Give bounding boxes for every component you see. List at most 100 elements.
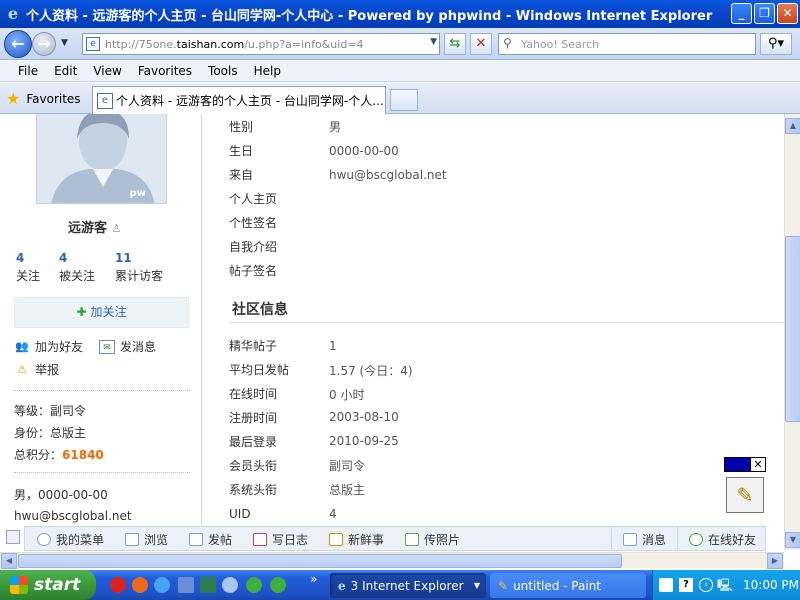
menu-help[interactable]: Help <box>254 64 281 78</box>
search-button[interactable]: ⚲▾ <box>760 33 792 55</box>
quicklaunch-app-icon[interactable] <box>200 577 216 593</box>
chevron-left-icon[interactable]: ‹ <box>699 578 713 592</box>
search-box[interactable]: ⚲ Yahoo! Search <box>498 33 756 55</box>
page-toolbar: 我的菜单 浏览 发帖 写日志 新鲜事 传照片 消息 在线好友 <box>0 526 784 552</box>
ie-icon[interactable] <box>154 577 170 593</box>
photos-button[interactable]: 传照片 <box>405 531 460 548</box>
follow-label: 加关注 <box>90 305 127 319</box>
report-link[interactable]: ⚠ 举报 <box>14 361 59 378</box>
online-friends-label: 在线好友 <box>708 533 757 547</box>
quicklaunch-app-icon[interactable] <box>270 577 286 593</box>
taskbar-item-paint[interactable]: ✎ untitled - Paint <box>490 573 646 598</box>
quicklaunch-app-icon[interactable] <box>178 577 194 593</box>
firefox-icon[interactable] <box>132 577 148 593</box>
info-value: 4 <box>329 507 337 521</box>
my-menu-button[interactable]: 我的菜单 <box>37 531 104 548</box>
post-label: 发帖 <box>208 533 233 547</box>
info-label: 生日 <box>229 144 254 158</box>
envelope-icon: ✉ <box>99 339 115 354</box>
system-tray: ? ‹ 🖳 10:00 PM <box>652 570 800 600</box>
page-toolbar-inner: 我的菜单 浏览 发帖 写日志 新鲜事 传照片 消息 在线好友 <box>24 526 766 551</box>
clock: 10:00 PM <box>743 578 799 592</box>
menu-file[interactable]: File <box>18 64 38 78</box>
title-bar[interactable]: e 个人资料 - 远游客的个人主页 - 台山同学网-个人中心 - Powered… <box>0 0 800 28</box>
points-row: 总积分：61840 <box>14 446 104 463</box>
tray-app-icon[interactable] <box>659 578 673 592</box>
news-label: 新鲜事 <box>348 533 385 547</box>
floating-widget[interactable]: ✕ ✎ <box>724 457 766 517</box>
toolbar-toggle-icon[interactable] <box>6 530 20 544</box>
messages-button[interactable]: 消息 <box>623 531 666 548</box>
stat-followers[interactable]: 4 被关注 <box>59 251 95 284</box>
scroll-down-arrow[interactable]: ▼ <box>785 532 800 548</box>
stop-icon[interactable]: ✕ <box>470 33 492 55</box>
maximize-button[interactable]: ❐ <box>754 3 775 24</box>
send-message-label: 发消息 <box>120 340 157 354</box>
avatar: pw <box>36 114 167 204</box>
stat-visitors[interactable]: 11 累计访客 <box>115 251 163 284</box>
messages-label: 消息 <box>642 533 667 547</box>
menu-tools[interactable]: Tools <box>208 64 238 78</box>
scroll-thumb[interactable] <box>785 236 800 422</box>
add-friend-link[interactable]: 👥 加为好友 <box>14 338 83 355</box>
level-label: 等级： <box>14 404 51 418</box>
browse-button[interactable]: 浏览 <box>125 531 168 548</box>
blog-label: 写日志 <box>272 533 309 547</box>
favorites-button[interactable]: ★ Favorites <box>6 89 81 108</box>
photo-icon <box>405 533 419 546</box>
close-button[interactable]: ✕ <box>777 3 798 24</box>
new-tab-button[interactable] <box>390 89 418 111</box>
post-button[interactable]: 发帖 <box>189 531 232 548</box>
news-button[interactable]: 新鲜事 <box>329 531 384 548</box>
user-icon: ♙ <box>111 222 122 235</box>
vertical-scrollbar[interactable]: ▲ ▼ <box>784 114 800 550</box>
paint-brush-icon[interactable]: ✎ <box>726 477 764 513</box>
taskbar-item-ie[interactable]: e 3 Internet Explorer ▼ <box>330 573 486 598</box>
blog-button[interactable]: 写日志 <box>253 531 308 548</box>
info-label: 精华帖子 <box>229 339 278 353</box>
taskbar-item-label: untitled - Paint <box>513 578 602 593</box>
stat-following[interactable]: 4 关注 <box>16 251 40 284</box>
info-label: 注册时间 <box>229 411 278 425</box>
menu-edit[interactable]: Edit <box>54 64 77 78</box>
info-value: 1 <box>329 339 337 353</box>
address-bar[interactable]: e http://75one.taishan.com/u.php?a=info&… <box>82 33 440 55</box>
scroll-up-arrow[interactable]: ▲ <box>785 118 800 134</box>
tab-bar: ★ Favorites e 个人资料 - 远游客的个人主页 - 台山同学网-个人… <box>0 83 800 114</box>
level-row: 等级：副司令 <box>14 402 86 419</box>
report-label: 举报 <box>35 363 60 377</box>
widget-close-icon[interactable]: ✕ <box>750 457 766 472</box>
follow-button[interactable]: ✚ 加关注 <box>14 297 189 328</box>
menu-favorites[interactable]: Favorites <box>138 64 192 78</box>
search-icon[interactable] <box>222 577 238 593</box>
stat-following-count: 4 <box>16 251 25 265</box>
minimize-button[interactable]: _ <box>731 3 752 24</box>
start-button[interactable]: start <box>0 570 96 600</box>
menu-view[interactable]: View <box>93 64 121 78</box>
forward-button[interactable]: → <box>32 32 56 56</box>
photos-label: 传照片 <box>424 533 461 547</box>
quicklaunch-overflow-icon[interactable]: » <box>310 572 317 586</box>
help-icon[interactable]: ? <box>679 578 693 592</box>
divider <box>14 472 190 473</box>
quicklaunch-app-icon[interactable] <box>110 577 126 593</box>
online-friends-button[interactable]: 在线好友 <box>689 531 756 548</box>
tab-current[interactable]: e 个人资料 - 远游客的个人主页 - 台山同学网-个人... <box>92 86 386 114</box>
email: hwu@bscglobal.net <box>14 509 132 523</box>
network-icon[interactable]: 🖳 <box>717 578 733 592</box>
info-value: 0000-00-00 <box>329 144 399 158</box>
hscroll-thumb[interactable] <box>18 554 622 568</box>
scroll-right-arrow[interactable]: ▶ <box>767 553 783 569</box>
quicklaunch-app-icon[interactable] <box>246 577 262 593</box>
refresh-icon[interactable]: ⇆ <box>444 33 466 55</box>
info-value: 总版主 <box>329 483 366 497</box>
send-message-link[interactable]: ✉ 发消息 <box>99 338 156 355</box>
recent-pages-dropdown-icon[interactable]: ▼ <box>61 38 68 48</box>
back-button[interactable]: ← <box>4 30 32 58</box>
info-label: 个性签名 <box>229 216 278 230</box>
horizontal-scrollbar[interactable]: ◀ ▶ <box>0 552 784 569</box>
address-dropdown-icon[interactable]: ▼ <box>430 37 437 47</box>
scroll-left-arrow[interactable]: ◀ <box>1 553 17 569</box>
profile-info: 性别 男 生日 0000-00-00 来自 hwu@bscglobal.net … <box>212 114 784 526</box>
my-menu-label: 我的菜单 <box>56 533 105 547</box>
